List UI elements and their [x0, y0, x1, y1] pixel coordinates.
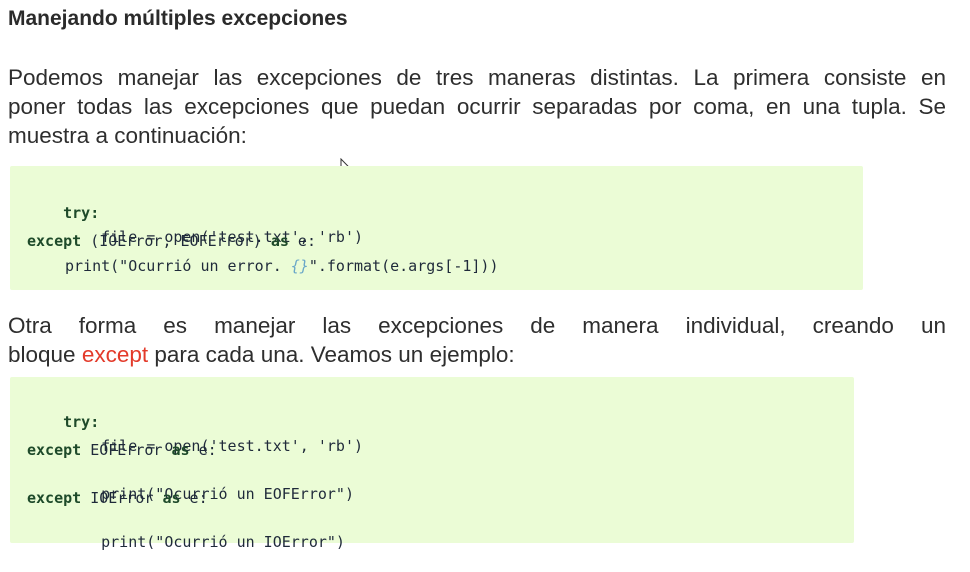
code-line: print("Ocurrió un error. {}".format(e.ar… — [27, 256, 499, 276]
code-text: e: — [288, 232, 316, 250]
code-line: except EOFError as e: — [27, 440, 217, 460]
second-line-2-start: bloque — [8, 342, 82, 367]
page-title: Manejando múltiples excepciones — [8, 7, 348, 30]
code-text: ".format(e.args[-1])) — [308, 257, 499, 275]
code-text: e: — [180, 489, 208, 507]
code-block-individual: try: file = open('test.txt', 'rb') excep… — [10, 377, 854, 551]
code-text: print("Ocurrió un IOError") — [101, 533, 345, 551]
code-text: print("Ocurrió un error. — [65, 257, 291, 275]
keyword-except: except — [27, 232, 82, 250]
code-line: except IOError as e: — [27, 488, 208, 508]
code-line: except (IOError, EOFError) as e: — [27, 231, 316, 251]
keyword-as: as — [162, 489, 181, 507]
code-line: print("Ocurrió un IOError") — [27, 512, 345, 572]
keyword-except: except — [27, 489, 82, 507]
code-text: e: — [189, 441, 217, 459]
intro-line-3: muestra a continuación: — [8, 123, 247, 148]
code-text: EOFError — [81, 441, 172, 459]
intro-paragraph: Podemos manejar las excepciones de tres … — [8, 63, 946, 150]
second-line-2: bloque except para cada una. Veamos un e… — [8, 340, 946, 369]
intro-line-2: poner todas las excepciones que puedan o… — [8, 94, 946, 119]
second-line-1: Otra forma es manejar las excepciones de… — [8, 313, 946, 338]
except-highlight: except — [81, 342, 149, 367]
keyword-except: except — [27, 441, 82, 459]
format-placeholder: {} — [290, 257, 309, 275]
second-paragraph: Otra forma es manejar las excepciones de… — [8, 311, 946, 369]
keyword-as: as — [270, 232, 289, 250]
code-text: IOError — [81, 489, 163, 507]
code-block-tuple: try: file = open('test.txt', 'rb') excep… — [10, 166, 863, 290]
keyword-as: as — [171, 441, 190, 459]
code-text: (IOError, EOFError) — [81, 232, 271, 250]
second-line-2-end: para cada una. Veamos un ejemplo: — [148, 342, 515, 367]
intro-line-1: Podemos manejar las excepciones de tres … — [8, 65, 946, 90]
